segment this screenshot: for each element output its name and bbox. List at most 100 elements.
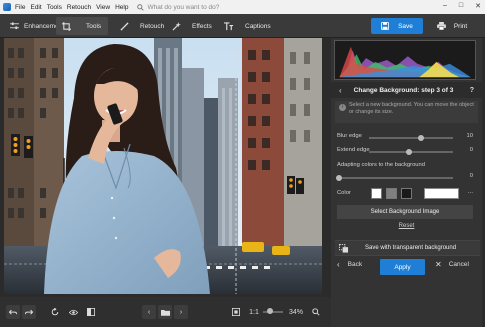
zoom-slider-track[interactable] (263, 311, 283, 313)
more-colors-button[interactable]: ... (468, 189, 473, 195)
actual-size-button[interactable]: 1:1 (247, 305, 261, 319)
brush-icon (120, 21, 129, 31)
info-icon: i (339, 104, 346, 111)
folder-icon (160, 309, 170, 316)
save-transparent-button[interactable]: Save with transparent background (335, 240, 480, 256)
chevron-left-icon: ‹ (147, 308, 151, 316)
color-label: Color (337, 190, 351, 196)
step-navigation: ‹ Back Apply ✕ Cancel (331, 259, 482, 275)
adapting-colors-slider[interactable]: 0 (336, 172, 473, 184)
printer-icon (436, 22, 446, 30)
adapting-colors-label: Adapting colors to the background (337, 162, 425, 168)
extend-edge-knob[interactable] (406, 149, 413, 155)
menu-retouch[interactable]: Retouch (67, 4, 91, 11)
blur-edge-knob[interactable] (418, 135, 425, 141)
undo-button[interactable] (6, 305, 20, 319)
extend-edge-value: 0 (469, 147, 473, 153)
previous-image-button[interactable]: ‹ (142, 305, 156, 319)
step-title: Change Background: step 3 of 3 (353, 86, 454, 94)
tab-retouch[interactable]: Retouch (114, 17, 170, 35)
menu-edit[interactable]: Edit (30, 4, 41, 11)
info-box: i Select a new background. You can move … (335, 101, 478, 123)
redo-icon (25, 309, 33, 314)
close-icon: ✕ (435, 260, 442, 269)
select-background-image-button[interactable]: Select Background Image (337, 205, 473, 219)
undo-icon (9, 309, 17, 314)
print-button[interactable]: Print (426, 18, 478, 34)
layers-save-icon (339, 243, 349, 253)
menu-help[interactable]: Help (115, 4, 128, 11)
blur-edge-label: Blur edge (337, 133, 362, 139)
close-button[interactable]: ✕ (475, 2, 481, 10)
save-transparent-label: Save with transparent background (365, 245, 457, 251)
back-label: Back (347, 261, 363, 268)
adapting-colors-value: 0 (469, 173, 473, 179)
search-icon (137, 3, 145, 11)
chevron-right-icon: › (179, 308, 183, 316)
step-back-chevron-icon[interactable]: ‹ (339, 86, 342, 95)
rotate-icon (51, 308, 59, 316)
histogram (334, 40, 476, 80)
zoom-value: 34% (288, 308, 303, 316)
swatch-gray[interactable] (386, 188, 397, 199)
command-search[interactable]: What do you want to do? (137, 4, 219, 11)
compare-icon (87, 308, 95, 316)
preview-button[interactable] (66, 305, 80, 319)
crop-icon (62, 21, 71, 31)
minimize-button[interactable]: – (443, 2, 447, 10)
blur-edge-value: 10 (466, 133, 473, 139)
color-row: Color ... (337, 187, 473, 201)
blur-edge-track[interactable] (369, 137, 453, 139)
tab-tools[interactable]: Tools (56, 17, 108, 35)
blur-edge-slider[interactable]: Blur edge 10 (337, 132, 473, 144)
fit-screen-icon (232, 308, 240, 316)
cancel-button[interactable]: ✕ Cancel (435, 260, 469, 269)
tab-effects[interactable]: Effects (166, 17, 218, 35)
save-label: Save (398, 22, 413, 30)
settings-panel: ‹ Change Background: step 3 of 3 ? i Sel… (331, 38, 482, 327)
tab-retouch-label: Retouch (140, 22, 165, 30)
adapting-colors-knob[interactable] (336, 175, 342, 181)
sliders-icon (10, 22, 19, 30)
back-button[interactable]: ‹ Back (337, 260, 362, 269)
rotate-button[interactable] (48, 305, 62, 319)
menu-view[interactable]: View (96, 4, 110, 11)
text-icon (224, 21, 234, 30)
cancel-label: Cancel (448, 261, 469, 268)
compare-button[interactable] (84, 305, 98, 319)
menu-tools[interactable]: Tools (47, 4, 62, 11)
zoom-in-icon (312, 308, 320, 316)
help-button[interactable]: ? (470, 87, 474, 94)
open-folder-button[interactable] (158, 305, 172, 319)
tab-effects-label: Effects (192, 22, 212, 30)
step-header: ‹ Change Background: step 3 of 3 ? (331, 82, 482, 98)
edited-photo (4, 38, 322, 294)
magic-wand-icon (172, 21, 181, 31)
tab-captions-label: Captions (245, 22, 271, 30)
floppy-disk-icon (381, 22, 390, 30)
tab-captions[interactable]: Captions (218, 17, 277, 35)
adapting-colors-track[interactable] (339, 177, 453, 179)
maximize-button[interactable]: □ (459, 2, 463, 10)
zoom-options-icon[interactable] (310, 305, 322, 319)
save-button[interactable]: Save (371, 18, 423, 34)
info-text: Select a new background. You can move th… (349, 102, 474, 115)
app-logo-icon (3, 3, 11, 11)
menu-file[interactable]: File (15, 4, 25, 11)
print-label: Print (453, 22, 468, 30)
swatch-black[interactable] (401, 188, 412, 199)
image-canvas[interactable] (4, 38, 322, 294)
tab-tools-label: Tools (86, 22, 102, 30)
window-controls: – □ ✕ (443, 2, 481, 10)
next-image-button[interactable]: › (174, 305, 188, 319)
selected-color-preview[interactable] (424, 188, 459, 199)
main-toolbar: Enhancement Tools Retouch Effects Captio… (0, 14, 485, 38)
reset-link[interactable]: Reset (331, 223, 482, 229)
apply-button[interactable]: Apply (380, 259, 425, 275)
fit-to-screen-button[interactable] (229, 305, 243, 319)
extend-edge-slider[interactable]: Extend edge 0 (337, 146, 473, 158)
search-placeholder: What do you want to do? (147, 3, 220, 11)
zoom-slider-knob[interactable] (267, 308, 273, 314)
redo-button[interactable] (22, 305, 36, 319)
swatch-white[interactable] (371, 188, 382, 199)
